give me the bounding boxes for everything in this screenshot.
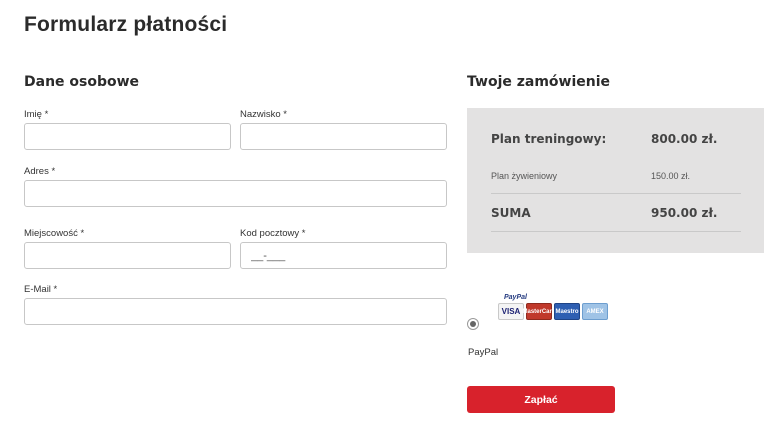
first-name-input[interactable]: [24, 123, 231, 150]
divider: [491, 193, 741, 194]
mastercard-icon: MasterCard: [523, 303, 556, 320]
city-label: Miejscowość *: [24, 228, 85, 239]
card-logos: VISA MasterCard Maestro AMEX: [498, 303, 608, 320]
last-name-label: Nazwisko *: [240, 109, 287, 120]
order-row-label: Plan żywieniowy: [491, 171, 558, 181]
paypal-logo: PayPal VISA MasterCard Maestro AMEX: [498, 294, 608, 326]
order-row-price: 800.00 zł.: [651, 132, 718, 146]
visa-icon: VISA: [498, 303, 524, 320]
order-summary: Plan treningowy: 800.00 zł. Plan żywieni…: [467, 108, 764, 253]
order-heading: Twoje zamówienie: [467, 74, 611, 90]
address-input[interactable]: [24, 180, 447, 207]
order-total-price: 950.00 zł.: [651, 206, 718, 220]
paypal-label: PayPal: [468, 347, 499, 358]
amex-icon: AMEX: [582, 303, 608, 320]
paypal-radio[interactable]: [467, 318, 479, 330]
order-row-label: Plan treningowy:: [491, 132, 607, 146]
last-name-input[interactable]: [240, 123, 447, 150]
postal-code-input[interactable]: [240, 242, 447, 269]
divider: [491, 231, 741, 232]
city-input[interactable]: [24, 242, 231, 269]
order-total-label: SUMA: [491, 206, 531, 220]
first-name-label: Imię *: [24, 109, 49, 120]
paypal-logo-text: PayPal: [504, 294, 527, 301]
email-label: E-Mail *: [24, 284, 58, 295]
order-row-price: 150.00 zł.: [651, 171, 691, 181]
radio-selected-dot: [470, 321, 476, 327]
email-input[interactable]: [24, 298, 447, 325]
maestro-icon: Maestro: [554, 303, 580, 320]
postal-code-label: Kod pocztowy *: [240, 228, 306, 239]
address-label: Adres *: [24, 166, 56, 177]
pay-button[interactable]: Zapłać: [467, 386, 615, 413]
page-title: Formularz płatności: [24, 13, 228, 36]
personal-data-heading: Dane osobowe: [24, 74, 140, 90]
